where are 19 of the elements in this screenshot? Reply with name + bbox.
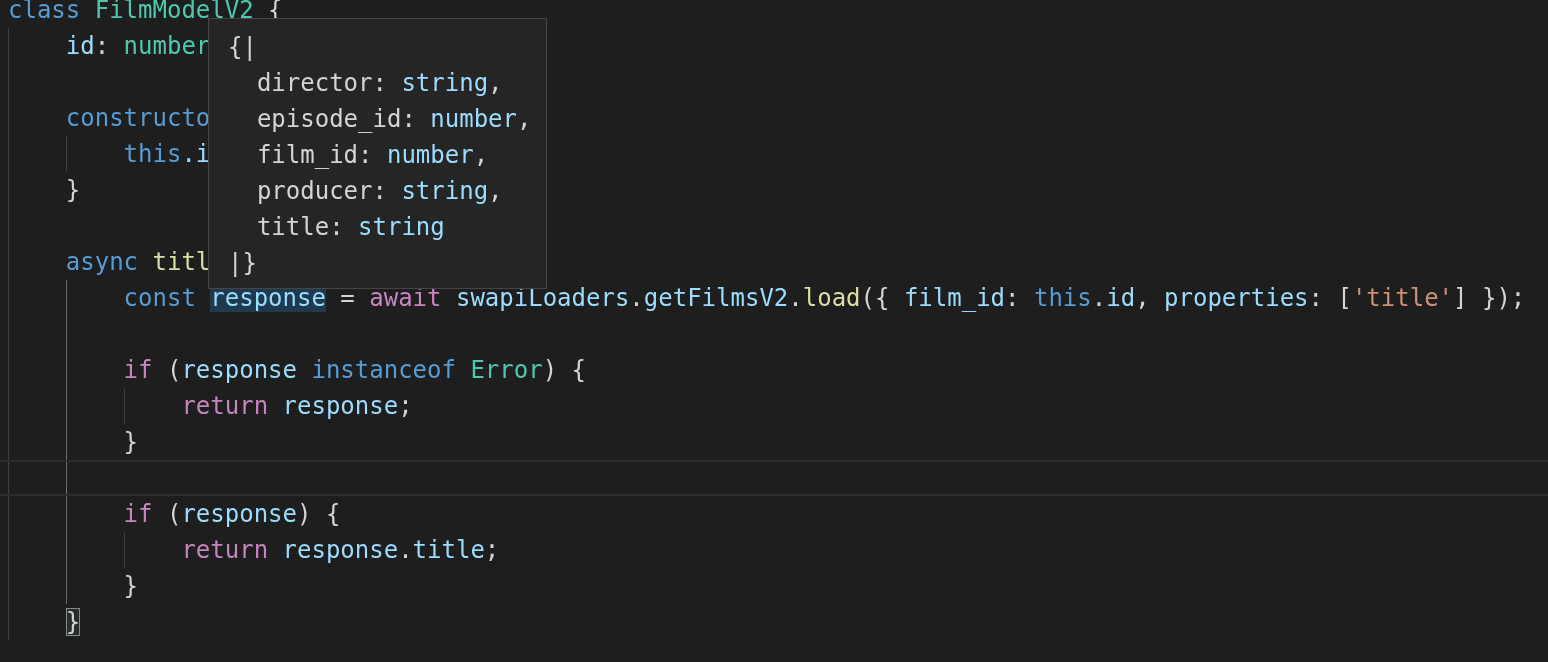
code-line: }	[123, 427, 139, 458]
code-line: id: number	[65, 31, 211, 62]
code-line: constructo	[65, 103, 211, 134]
code-line: this.i	[123, 139, 211, 170]
code-line: if (response) {	[123, 499, 341, 530]
code-editor[interactable]	[0, 0, 1548, 662]
tooltip-line: title: string	[256, 212, 445, 243]
code-line: }	[123, 571, 139, 602]
tooltip-line: {|	[228, 32, 257, 63]
tooltip-line: film_id: number,	[256, 140, 489, 171]
tooltip-line: director: string,	[256, 68, 503, 99]
code-line: return response.title;	[181, 535, 500, 566]
code-line: if (response instanceof Error) {	[123, 355, 586, 386]
tooltip-line: producer: string,	[256, 176, 503, 207]
code-line: return response;	[181, 391, 413, 422]
code-line: }	[65, 175, 81, 206]
tooltip-line: episode_id: number,	[256, 104, 532, 135]
code-line: async titl	[65, 247, 211, 278]
tooltip-line: |}	[228, 248, 257, 279]
